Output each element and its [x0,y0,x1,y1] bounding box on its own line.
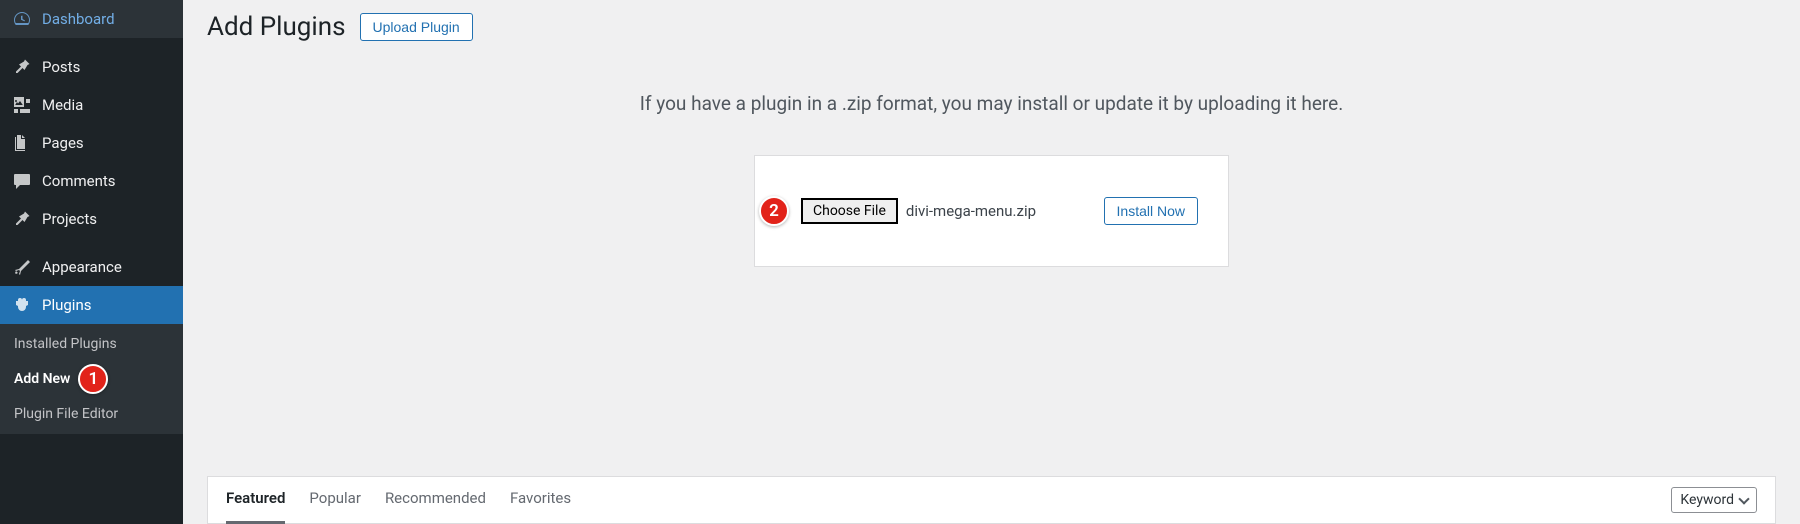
sidebar-item-pages[interactable]: Pages [0,124,183,162]
upload-description: If you have a plugin in a .zip format, y… [207,92,1776,115]
comment-icon [12,171,32,191]
choose-file-button[interactable]: Choose File [801,198,898,224]
brush-icon [12,257,32,277]
media-icon [12,95,32,115]
sidebar-item-label: Projects [42,210,97,228]
sidebar-item-dashboard[interactable]: Dashboard [0,0,183,38]
upload-plugin-button[interactable]: Upload Plugin [360,13,473,41]
sidebar-item-label: Posts [42,58,80,76]
pages-icon [12,133,32,153]
upload-form: 2 Choose File divi-mega-menu.zip Install… [754,155,1229,267]
sidebar-sub-add-new[interactable]: Add New 1 [0,358,183,400]
tab-recommended[interactable]: Recommended [385,475,486,524]
sidebar-item-projects[interactable]: Projects [0,200,183,238]
sidebar-item-label: Dashboard [42,10,115,28]
sidebar-item-label: Pages [42,134,84,152]
tab-favorites[interactable]: Favorites [510,475,571,524]
annotation-badge-2: 2 [759,196,789,226]
sidebar-sub-installed[interactable]: Installed Plugins [0,330,183,358]
pin-icon [12,57,32,77]
chevron-down-icon [1738,493,1749,504]
sidebar-item-posts[interactable]: Posts [0,48,183,86]
install-now-button[interactable]: Install Now [1104,197,1198,225]
search-type-select[interactable]: Keyword [1671,487,1757,513]
sidebar-item-label: Media [42,96,83,114]
sidebar-submenu: Installed Plugins Add New 1 Plugin File … [0,324,183,434]
dashboard-icon [12,9,32,29]
sidebar-item-media[interactable]: Media [0,86,183,124]
pin-icon [12,209,32,229]
sidebar-item-appearance[interactable]: Appearance [0,248,183,286]
main-content: Add Plugins Upload Plugin If you have a … [183,0,1800,524]
sidebar-item-label: Appearance [42,258,122,276]
sidebar-item-label: Comments [42,172,116,190]
page-header: Add Plugins Upload Plugin [207,12,1776,42]
admin-sidebar: Dashboard Posts Media Pages Comments Pro… [0,0,183,524]
plugin-filter-bar: Featured Popular Recommended Favorites K… [207,476,1776,524]
selected-filename: divi-mega-menu.zip [906,202,1036,220]
sidebar-item-label: Plugins [42,296,91,314]
sidebar-sub-file-editor[interactable]: Plugin File Editor [0,400,183,428]
sidebar-item-plugins[interactable]: Plugins [0,286,183,324]
tab-popular[interactable]: Popular [309,475,361,524]
sidebar-item-comments[interactable]: Comments [0,162,183,200]
annotation-badge-1: 1 [78,364,108,394]
page-title: Add Plugins [207,12,346,42]
plugin-icon [12,295,32,315]
tab-featured[interactable]: Featured [226,475,285,524]
